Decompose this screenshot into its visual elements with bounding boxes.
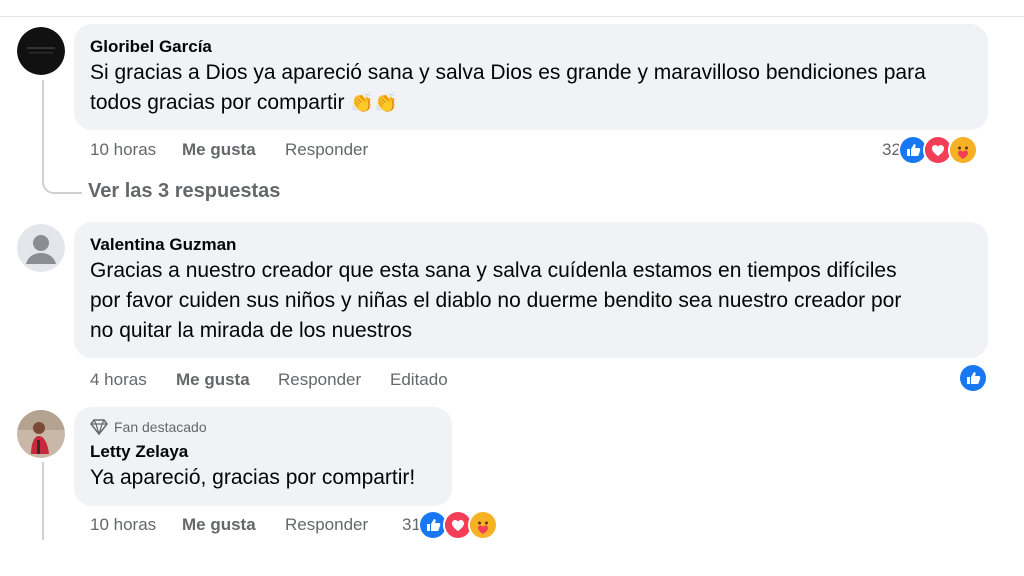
thread-connector xyxy=(42,180,82,194)
diamond-icon xyxy=(90,419,108,435)
badge-label: Fan destacado xyxy=(114,419,207,435)
reaction-summary[interactable]: 32 xyxy=(882,135,978,165)
clapping-emoji: 👏👏 xyxy=(350,93,398,114)
comment-author[interactable]: Gloribel García xyxy=(90,36,970,58)
reply-button[interactable]: Responder xyxy=(285,139,368,161)
comment-text-line: Ya apareció, gracias por compartir! xyxy=(90,466,416,489)
comment-bubble: Fan destacado Letty Zelaya Ya apareció, … xyxy=(74,407,452,506)
reaction-summary[interactable] xyxy=(958,363,988,393)
comment-text-line: por favor cuiden sus niños y niñas el di… xyxy=(90,289,902,312)
thread-line xyxy=(42,80,44,184)
comment-time[interactable]: 4 horas xyxy=(90,369,147,391)
reply-button[interactable]: Responder xyxy=(278,369,361,391)
avatar[interactable] xyxy=(17,224,65,272)
comment-time[interactable]: 10 horas xyxy=(90,139,156,161)
like-reaction-icon xyxy=(958,363,988,393)
top-divider xyxy=(0,16,1024,17)
like-button[interactable]: Me gusta xyxy=(176,369,250,391)
comment-actions: 4 horas Me gusta Responder Editado xyxy=(90,369,510,391)
avatar[interactable] xyxy=(17,410,65,458)
comment-author[interactable]: Letty Zelaya xyxy=(90,441,434,463)
comment-text-line: Si gracias a Dios ya apareció sana y sal… xyxy=(90,61,926,84)
comment-bubble: Gloribel García Si gracias a Dios ya apa… xyxy=(74,24,988,130)
comment-bubble: Valentina Guzman Gracias a nuestro cread… xyxy=(74,222,988,358)
edited-label: Editado xyxy=(390,370,448,389)
like-button[interactable]: Me gusta xyxy=(182,514,256,536)
care-reaction-icon xyxy=(467,510,498,540)
comment-author[interactable]: Valentina Guzman xyxy=(90,234,970,256)
avatar[interactable] xyxy=(17,27,65,75)
comment-actions: 10 horas Me gusta Responder xyxy=(90,514,390,536)
top-fan-badge: Fan destacado xyxy=(90,417,434,437)
comment-actions: 10 horas Me gusta Responder xyxy=(90,139,490,161)
like-button[interactable]: Me gusta xyxy=(182,139,256,161)
reply-button[interactable]: Responder xyxy=(285,514,368,536)
comment-text-line: no quitar la mirada de los nuestros xyxy=(90,319,413,342)
comment-text-line: Gracias a nuestro creador que esta sana … xyxy=(90,259,897,282)
comment-time[interactable]: 10 horas xyxy=(90,514,156,536)
thread-line xyxy=(42,462,44,540)
reaction-summary[interactable]: 31 xyxy=(402,510,498,540)
comment-text-line: todos gracias por compartir 👏👏 xyxy=(90,91,398,114)
care-reaction-icon xyxy=(947,135,978,165)
view-replies-link[interactable]: Ver las 3 respuestas xyxy=(88,180,280,203)
